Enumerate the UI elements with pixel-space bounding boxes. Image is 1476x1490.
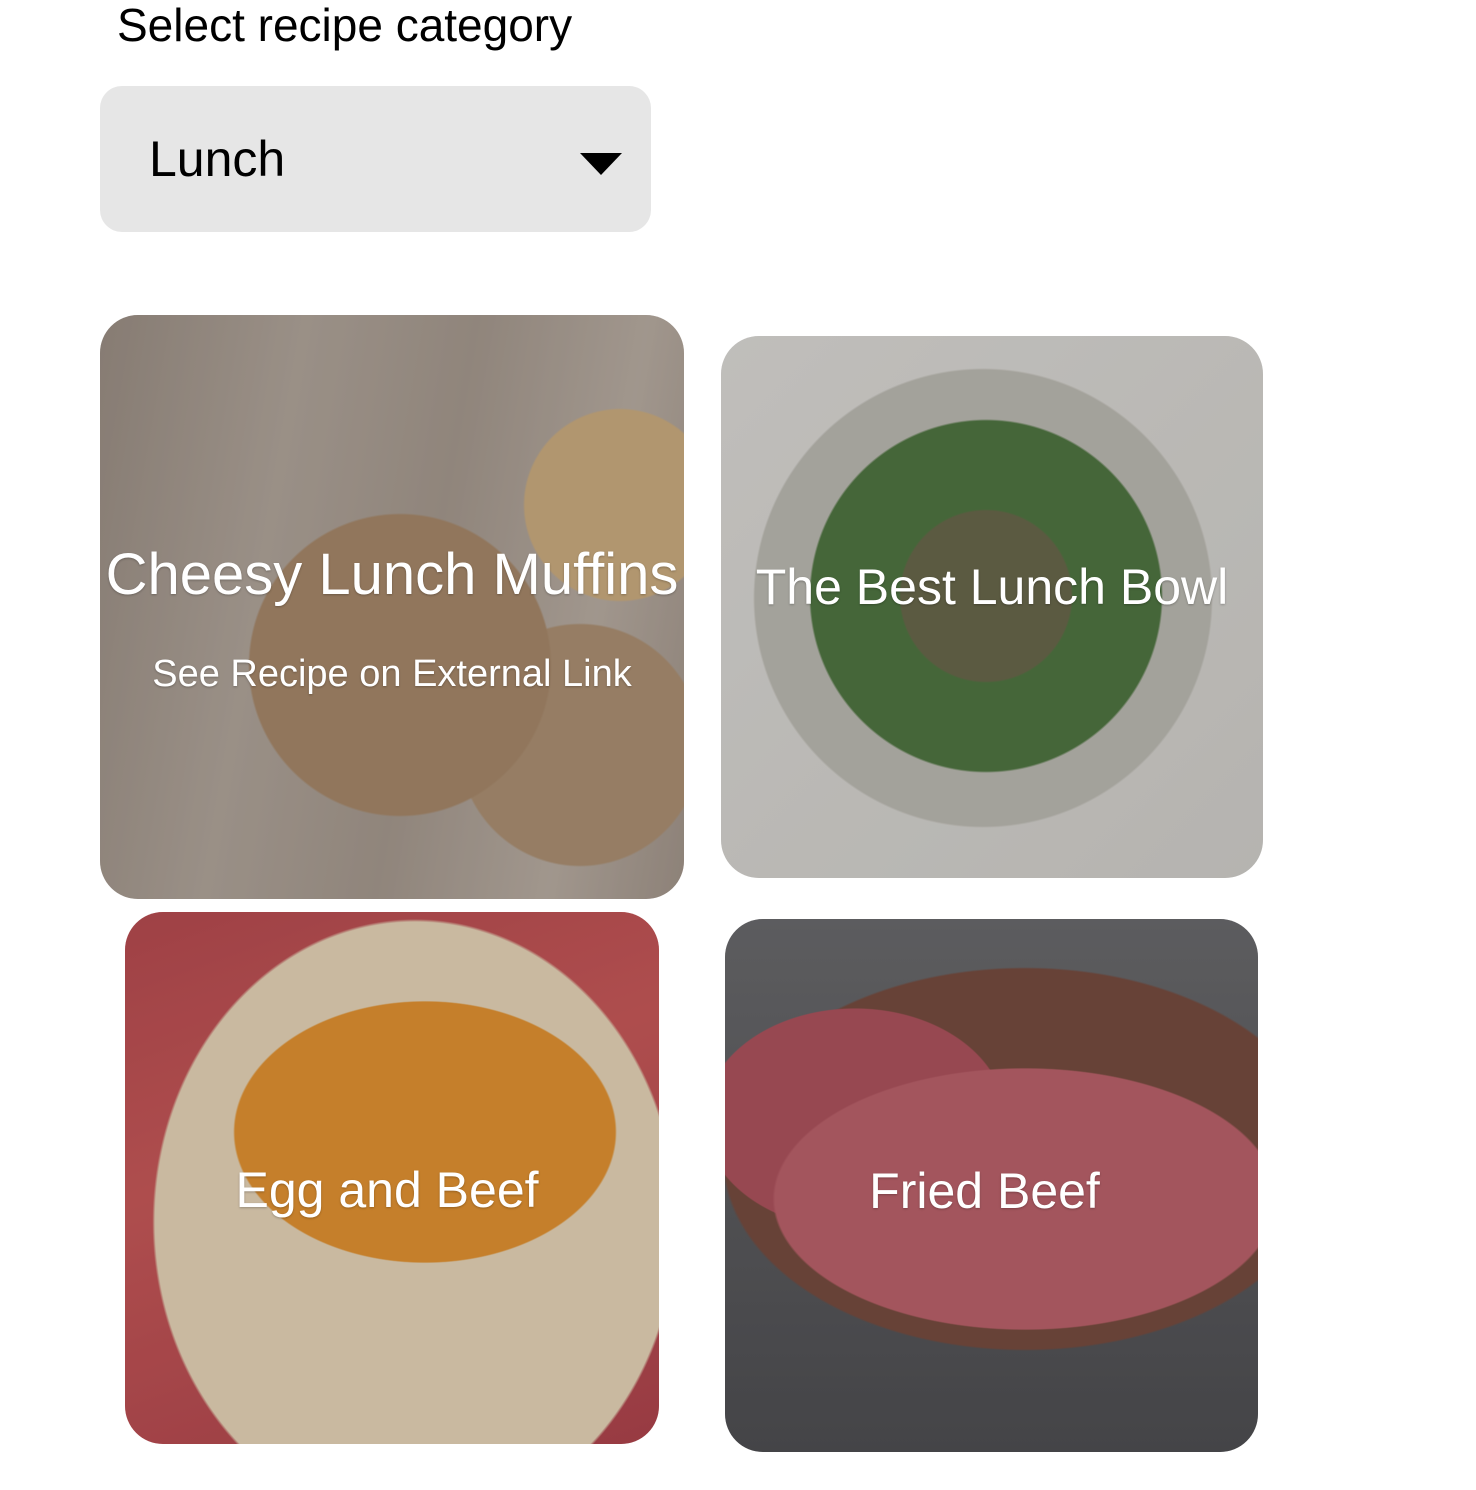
recipe-title: Fried Beef [869, 1163, 1100, 1219]
external-recipe-link[interactable]: See Recipe on External Link [100, 653, 684, 695]
category-label: Select recipe category [117, 0, 573, 51]
recipe-card-egg-and-beef[interactable]: Egg and Beef [125, 912, 659, 1444]
selected-category-value: Lunch [149, 131, 286, 187]
recipe-card-the-best-lunch-bowl[interactable]: The Best Lunch Bowl [721, 336, 1263, 878]
caret-down-icon[interactable] [580, 153, 622, 175]
card-overlay [100, 315, 684, 899]
recipe-card-cheesy-lunch-muffins[interactable]: Cheesy Lunch Muffins See Recipe on Exter… [100, 315, 684, 899]
recipe-title: Cheesy Lunch Muffins [105, 542, 679, 607]
recipe-card-fried-beef[interactable]: Fried Beef [725, 919, 1258, 1452]
recipe-title: Egg and Beef [235, 1162, 539, 1218]
recipe-title: The Best Lunch Bowl [755, 559, 1229, 615]
category-select[interactable]: Lunch [100, 86, 651, 232]
